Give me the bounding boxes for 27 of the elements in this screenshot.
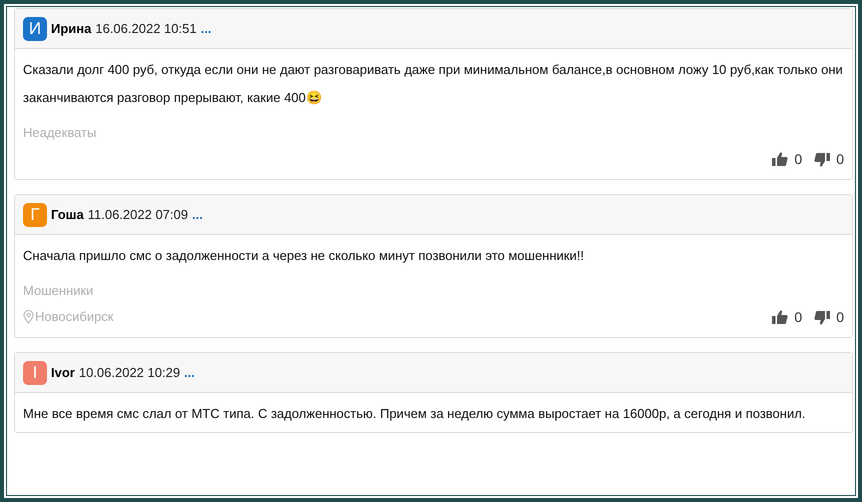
comment-text: Мне все время смс слал от МТС типа. С задолженностью. Причем за неделю сумма выростает на 16000р, а сегодня и позвонил.	[23, 405, 806, 423]
thumbs-down-icon	[814, 310, 830, 324]
like-button[interactable]: 0	[772, 306, 802, 328]
comment-date: 10.06.2022 10:29	[78, 364, 180, 382]
comment-date: 11.06.2022 07:09	[88, 206, 188, 224]
dislike-button[interactable]: 0	[814, 306, 844, 328]
thumbs-up-icon	[772, 310, 788, 324]
location-text: Новосибирск	[35, 308, 114, 326]
like-button[interactable]: 0	[772, 148, 802, 170]
comment-text: Сначала пришло смс о задолженности а через не сколько минут позвонили это мошенники!!	[23, 247, 585, 265]
thumbs-up-icon	[772, 152, 788, 166]
more-link[interactable]: ...	[200, 18, 212, 38]
author-name: Ирина	[51, 20, 92, 38]
avatar: Г	[23, 202, 47, 226]
comment-tag: Неадекваты	[23, 124, 844, 142]
comment-date: 16.06.2022 10:51	[95, 20, 197, 38]
location-pin-icon	[23, 310, 34, 324]
comment-tag: Мошенники	[23, 282, 844, 300]
more-link[interactable]: ...	[184, 362, 195, 382]
author-name: Гоша	[51, 206, 84, 224]
avatar: И	[23, 16, 47, 40]
more-link[interactable]: ...	[192, 204, 203, 224]
thumbs-down-icon	[814, 152, 830, 166]
avatar: I	[23, 360, 47, 384]
author-name: Ivor	[51, 364, 75, 382]
dislike-button[interactable]: 0	[814, 148, 844, 170]
comment-text: Сказали долг 400 руб, откуда если они не дают разговаривать даже при минимальном балансе,в основном ложу 10 руб,как только они заканчиваются разговор прерывают, какие 400😆	[23, 61, 844, 107]
